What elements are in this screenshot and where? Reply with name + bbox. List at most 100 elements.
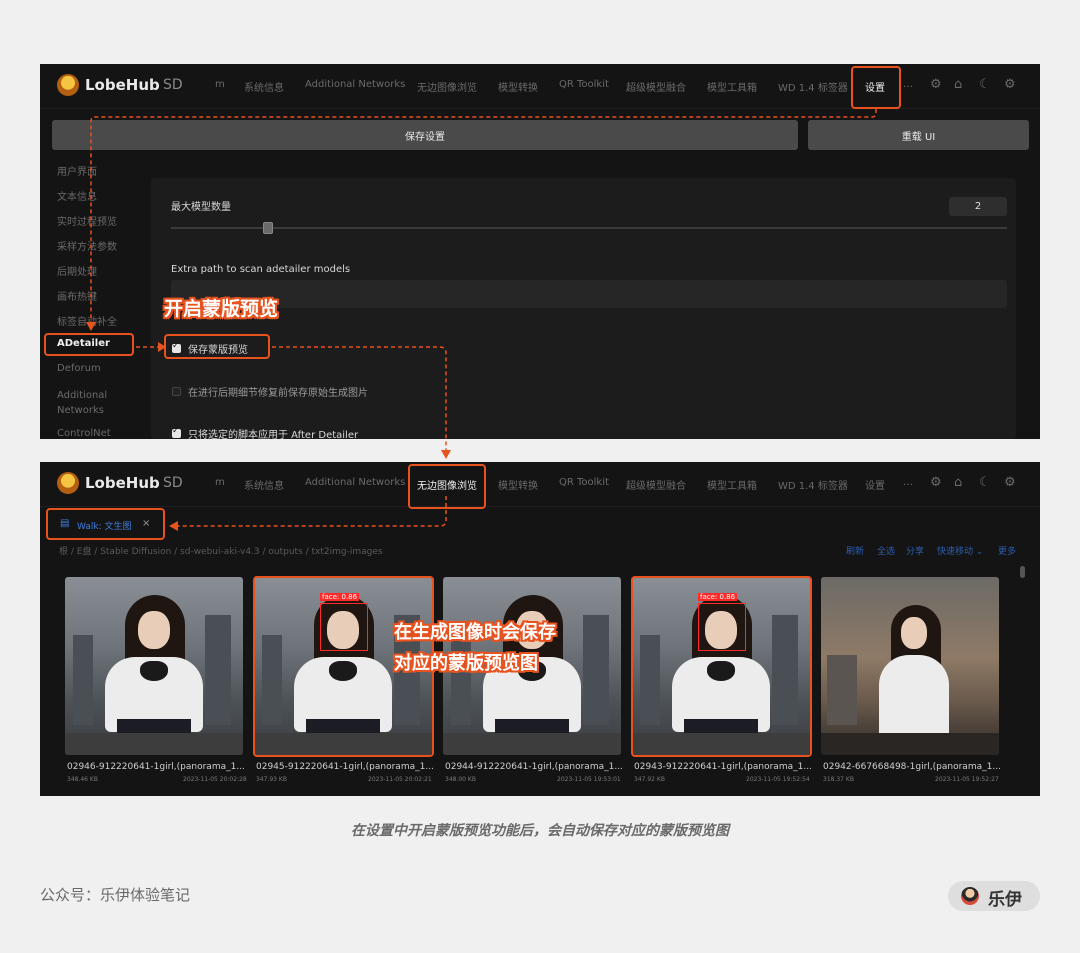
github-icon[interactable]: ⌂ — [954, 475, 962, 490]
breadcrumb[interactable]: 根 / E盘 / Stable Diffusion / sd-webui-aki… — [59, 544, 383, 557]
more-action[interactable]: 更多 — [998, 544, 1016, 557]
image-date-2: 2023-11-05 20:02:21 — [368, 776, 432, 783]
scrollbar-thumb[interactable] — [1020, 566, 1025, 578]
lobehub-logo-icon — [57, 472, 79, 494]
sidebar-item-controlnet[interactable]: ControlNet — [57, 428, 111, 439]
apply-script-checkbox[interactable] — [172, 426, 181, 438]
author-name: 乐伊 — [988, 890, 1022, 910]
tab-model-toolbox[interactable]: 模型工具箱 — [707, 79, 757, 94]
footer-account: 公众号：乐伊体验笔记 — [40, 886, 191, 904]
sidebar-item-live-preview[interactable]: 实时过程预览 — [57, 213, 117, 228]
brand-name: LobeHub — [85, 474, 160, 492]
brand-name: LobeHub — [85, 76, 160, 94]
tab-system-info[interactable]: 系统信息 — [244, 477, 284, 492]
moon-icon[interactable]: ☾ — [979, 77, 991, 92]
tab-image-browser[interactable]: 无边图像浏览 — [417, 79, 477, 94]
select-all-action[interactable]: 全选 — [877, 544, 895, 557]
image-name-4: 02943-912220641-1girl,(panorama_1... — [634, 762, 812, 772]
github-icon[interactable]: ⌂ — [954, 77, 962, 92]
tab-model-convert[interactable]: 模型转换 — [498, 477, 538, 492]
image-thumbnail-1[interactable] — [65, 577, 243, 755]
generation-callout-line-2: 对应的蒙版预览图 — [394, 653, 538, 674]
generation-callout-line-1: 在生成图像时会保存 — [394, 622, 556, 643]
save-original-checkbox[interactable] — [172, 387, 181, 396]
adetailer-highlight — [44, 333, 134, 356]
enable-mask-callout: 开启蒙版预览 — [164, 298, 279, 320]
folder-icon: ▤ — [60, 518, 70, 529]
tab-qr-toolkit[interactable]: QR Toolkit — [559, 477, 609, 488]
tab-model-merge[interactable]: 超级模型融合 — [626, 477, 686, 492]
tab-model-merge[interactable]: 超级模型融合 — [626, 79, 686, 94]
tab-model-toolbox[interactable]: 模型工具箱 — [707, 477, 757, 492]
image-browser-screenshot: LobeHub SD m 系统信息 Additional Networks 无边… — [40, 462, 1040, 796]
max-models-label: 最大模型数量 — [171, 202, 231, 213]
author-avatar — [961, 887, 979, 905]
sidebar-item-deforum[interactable]: Deforum — [57, 363, 101, 374]
sidebar-item-canvas-hotkeys[interactable]: 画布热键 — [57, 288, 97, 303]
adetailer-settings-panel: 最大模型数量 2 Extra path to scan adetailer mo… — [151, 178, 1016, 439]
tab-more[interactable]: … — [903, 79, 913, 90]
refresh-action[interactable]: 刷新 — [846, 544, 864, 557]
brand-suffix: SD — [163, 475, 183, 491]
image-name-5: 02942-667668498-1girl,(panorama_1... — [823, 762, 1001, 772]
close-icon[interactable]: × — [142, 518, 150, 529]
sidebar-item-ui[interactable]: 用户界面 — [57, 163, 97, 178]
image-date-1: 2023-11-05 20:02:28 — [183, 776, 247, 783]
tab-wd-tagger[interactable]: WD 1.4 标签器 — [778, 477, 848, 492]
image-name-3: 02944-912220641-1girl,(panorama_1... — [445, 762, 623, 772]
save-original-label: 在进行后期细节修复前保存原始生成图片 — [188, 388, 368, 399]
reload-ui-button[interactable]: 重载 UI — [808, 120, 1029, 150]
image-size-1: 348.46 KB — [67, 776, 98, 783]
share-action[interactable]: 分享 — [906, 544, 924, 557]
tab-wd-tagger[interactable]: WD 1.4 标签器 — [778, 79, 848, 94]
tab-system-info[interactable]: 系统信息 — [244, 79, 284, 94]
tab-qr-toolkit[interactable]: QR Toolkit — [559, 79, 609, 90]
image-size-5: 318.37 KB — [823, 776, 854, 783]
settings-screenshot: LobeHub SD m 系统信息 Additional Networks 无边… — [40, 64, 1040, 439]
max-models-slider-track[interactable] — [171, 227, 1007, 229]
settings-tab-highlight — [851, 66, 901, 109]
sidebar-item-text-info[interactable]: 文本信息 — [57, 188, 97, 203]
walk-tab-label[interactable]: Walk: 文生图 — [77, 519, 131, 532]
mask-preview-highlight-2 — [631, 576, 812, 757]
image-thumbnail-5[interactable] — [821, 577, 999, 755]
image-size-4: 347.92 KB — [634, 776, 665, 783]
sidebar-item-additional-networks[interactable]: Additional Networks — [57, 388, 117, 418]
image-date-4: 2023-11-05 19:52:54 — [746, 776, 810, 783]
moon-icon[interactable]: ☾ — [979, 475, 991, 490]
extra-path-label: Extra path to scan adetailer models — [171, 264, 351, 275]
settings-icon[interactable]: ⚙ — [1004, 77, 1016, 92]
quick-move-action[interactable]: 快速移动 ⌄ — [937, 544, 983, 557]
tab-m[interactable]: m — [215, 79, 225, 90]
save-mask-highlight — [164, 334, 270, 359]
image-size-3: 348.00 KB — [445, 776, 476, 783]
gear-icon[interactable]: ⚙ — [930, 475, 942, 490]
author-badge: 乐伊 — [948, 881, 1040, 911]
image-date-3: 2023-11-05 19:53:01 — [557, 776, 621, 783]
settings-icon[interactable]: ⚙ — [1004, 475, 1016, 490]
tab-more[interactable]: … — [903, 477, 913, 488]
tab-additional-networks[interactable]: Additional Networks — [305, 79, 405, 90]
gear-icon[interactable]: ⚙ — [930, 77, 942, 92]
image-browser-tab-highlight — [408, 464, 486, 509]
tab-model-convert[interactable]: 模型转换 — [498, 79, 538, 94]
tab-additional-networks[interactable]: Additional Networks — [305, 477, 405, 488]
image-size-2: 347.93 KB — [256, 776, 287, 783]
lobehub-logo-icon — [57, 74, 79, 96]
image-date-5: 2023-11-05 19:52:27 — [935, 776, 999, 783]
save-settings-button[interactable]: 保存设置 — [52, 120, 798, 150]
sidebar-item-tag-autocomplete[interactable]: 标签自动补全 — [57, 313, 117, 328]
max-models-number-input[interactable]: 2 — [949, 197, 1007, 216]
figure-caption: 在设置中开启蒙版预览功能后，会自动保存对应的蒙版预览图 — [351, 823, 729, 839]
brand-suffix: SD — [163, 77, 183, 93]
top-nav: LobeHub SD m 系统信息 Additional Networks 无边… — [40, 462, 1040, 507]
apply-script-label: 只将选定的脚本应用于 After Detailer — [188, 430, 359, 439]
extra-path-input[interactable] — [171, 280, 1007, 308]
image-name-2: 02945-912220641-1girl,(panorama_1... — [256, 762, 434, 772]
tab-m[interactable]: m — [215, 477, 225, 488]
sidebar-item-sampler[interactable]: 采样方法参数 — [57, 238, 117, 253]
image-name-1: 02946-912220641-1girl,(panorama_1... — [67, 762, 245, 772]
max-models-slider-thumb[interactable] — [263, 222, 274, 234]
sidebar-item-postprocess[interactable]: 后期处理 — [57, 263, 97, 278]
tab-settings[interactable]: 设置 — [865, 477, 885, 492]
